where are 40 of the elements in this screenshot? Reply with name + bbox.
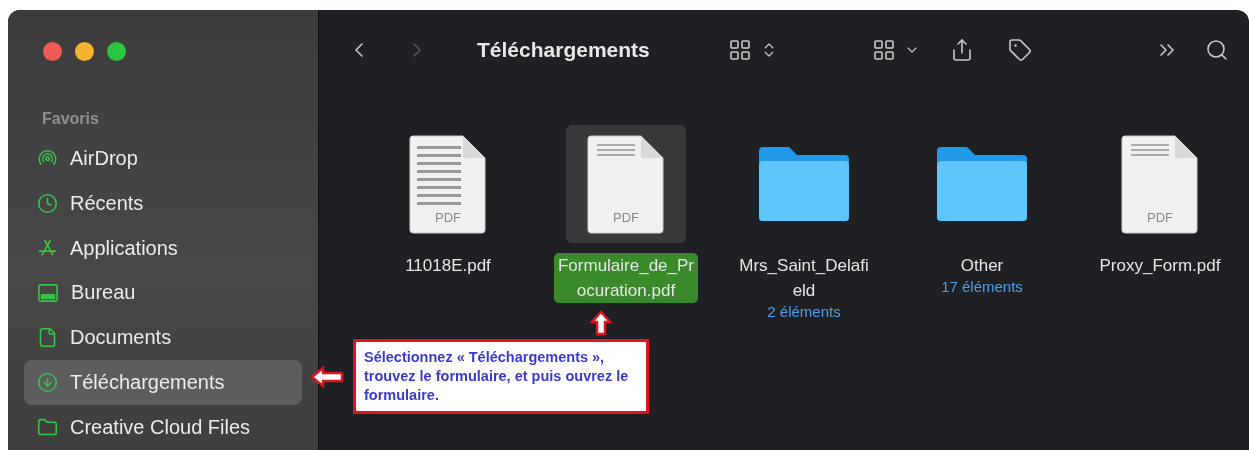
- clock-icon: [37, 192, 58, 214]
- pdf-file-icon: PDF: [409, 134, 487, 234]
- section-heading: Favoris: [41, 108, 100, 129]
- file-name: Mrs_Saint_Delafi eld: [738, 255, 870, 302]
- item-count: 2 éléments: [767, 303, 841, 320]
- instruction-callout: Sélectionnez « Téléchargements », trouvez le formulaire, et puis ouvrez le formulaire.: [353, 339, 649, 414]
- zoom-button[interactable]: [107, 42, 126, 61]
- sidebar-item[interactable]: Récents: [24, 180, 302, 226]
- file-name: Formulaire_de_Pr ocuration.pdf: [553, 253, 699, 303]
- pdf-file-icon: PDF: [1121, 134, 1199, 234]
- pdf-file-icon: PDF: [587, 134, 665, 234]
- sidebar-label: Documents: [70, 326, 172, 350]
- sidebar-label: Creative Cloud Files: [70, 416, 251, 440]
- grid-view-icon[interactable]: [727, 38, 752, 62]
- file-name: Proxy_Form.pdf: [1098, 255, 1222, 277]
- group-icon[interactable]: [871, 38, 896, 62]
- sidebar-label: AirDrop: [70, 146, 138, 170]
- sidebar-item[interactable]: Bureau: [24, 270, 302, 316]
- close-button[interactable]: [43, 42, 62, 61]
- sidebar-label: Récents: [70, 191, 144, 215]
- sidebar-item[interactable]: Applications: [24, 225, 302, 271]
- file-name: 11018E.pdf: [404, 255, 492, 277]
- file-name: Other: [959, 255, 1005, 277]
- window-title: Téléchargements: [477, 38, 650, 62]
- download-icon: [37, 372, 58, 394]
- document-icon: [37, 327, 58, 349]
- sidebar-item[interactable]: Creative Cloud Files: [24, 405, 302, 450]
- tag-icon[interactable]: [1007, 38, 1032, 62]
- sidebar-label: Bureau: [71, 281, 136, 305]
- sidebar-label: Applications: [70, 236, 178, 260]
- sidebar-item[interactable]: Téléchargements: [24, 360, 302, 406]
- left-arrow-icon: [310, 366, 344, 388]
- desktop-icon: [37, 282, 59, 303]
- search-icon[interactable]: [1205, 38, 1229, 62]
- item-count: 17 éléments: [941, 278, 1023, 295]
- sidebar-item[interactable]: AirDrop: [24, 135, 302, 181]
- up-arrow-icon: [590, 310, 612, 336]
- sidebar-label: Téléchargements: [70, 371, 225, 395]
- minimize-button[interactable]: [75, 42, 94, 61]
- sidebar-item[interactable]: Documents: [24, 315, 302, 361]
